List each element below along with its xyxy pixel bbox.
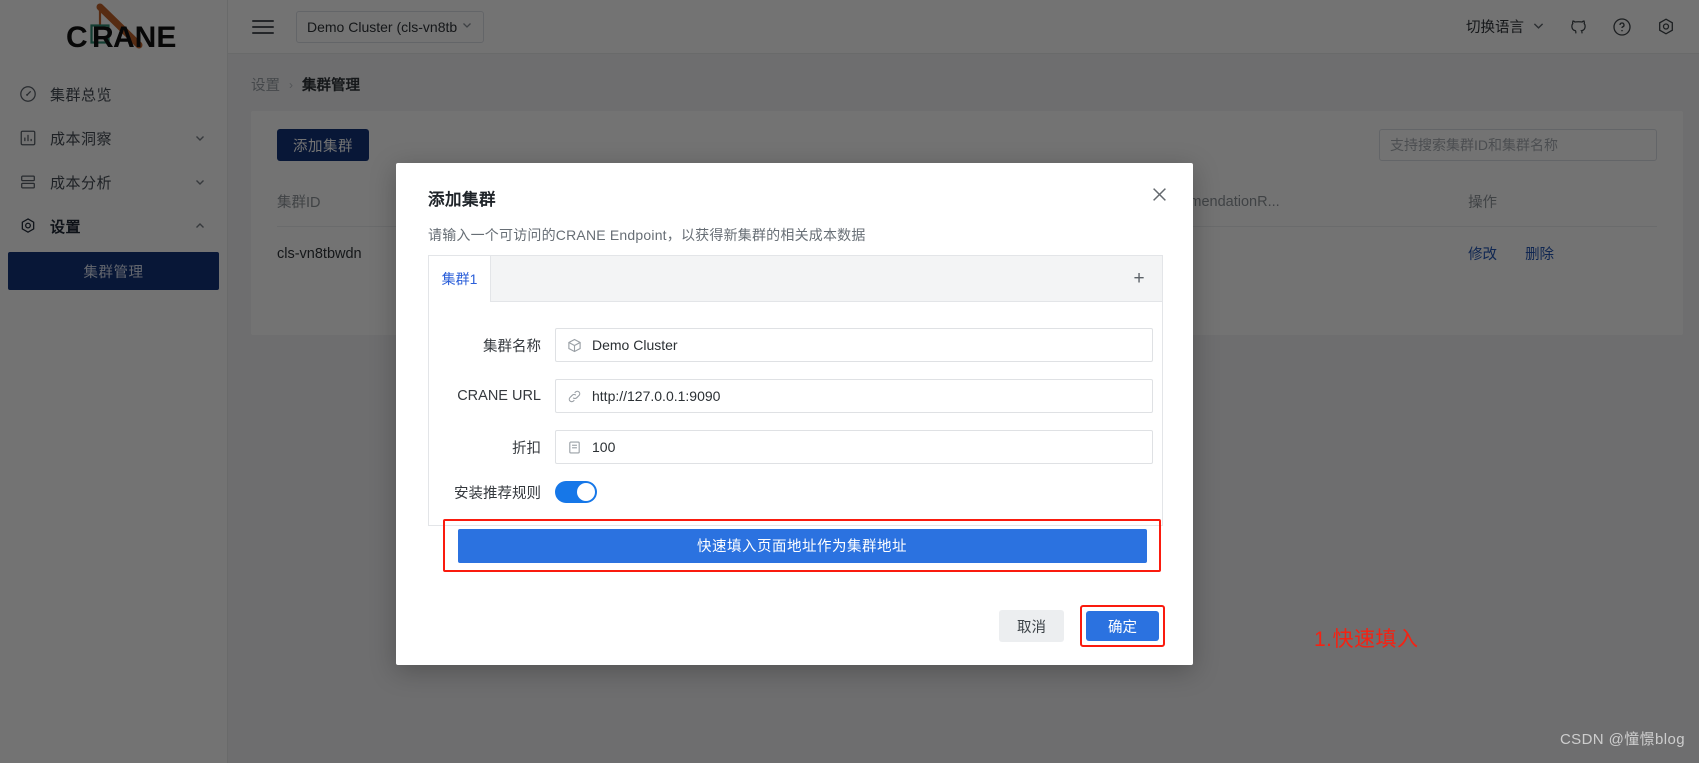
form-icon <box>566 439 583 456</box>
annotation-step-1: 1.快速填入 <box>1314 628 1419 651</box>
watermark: CSDN @憧憬blog <box>1559 731 1685 748</box>
form-row-install-rules: 安装推荐规则 <box>429 481 1162 503</box>
form-row-crane-url: CRANE URL http://127.0.0.1:9090 <box>429 379 1162 413</box>
toggle-knob <box>577 483 595 501</box>
quick-fill-button[interactable]: 快速填入页面地址作为集群地址 <box>457 528 1147 563</box>
crane-url-value: http://127.0.0.1:9090 <box>592 388 721 404</box>
dialog-title: 添加集群 <box>428 191 496 209</box>
cube-icon <box>566 337 583 354</box>
discount-input[interactable]: 100 <box>555 430 1153 464</box>
tab-cluster-1[interactable]: 集群1 <box>429 256 491 302</box>
add-cluster-dialog: 添加集群 请输入一个可访问的CRANE Endpoint，以获得新集群的相关成本… <box>396 163 1418 665</box>
cluster-name-input[interactable]: Demo Cluster <box>555 328 1153 362</box>
discount-value: 100 <box>592 439 616 455</box>
confirm-button-highlight: 确定 <box>1080 605 1165 647</box>
app-root: C R ANE 集群总览 <box>0 0 1699 763</box>
form-row-discount: 折扣 100 <box>429 430 1162 464</box>
install-rules-toggle[interactable] <box>555 481 597 503</box>
form-row-cluster-name: 集群名称 Demo Cluster <box>429 328 1162 362</box>
dialog-description: 请输入一个可访问的CRANE Endpoint，以获得新集群的相关成本数据 <box>428 227 866 243</box>
dialog-footer: 2.确定 取消 确定 <box>396 587 1193 665</box>
label-discount: 折扣 <box>512 440 541 457</box>
confirm-button[interactable]: 确定 <box>1086 611 1159 641</box>
cluster-tab-card: 集群1 + 集群名称 Demo Cluster CRANE URL http:/… <box>428 255 1163 526</box>
link-icon <box>566 388 583 405</box>
label-cluster-name: 集群名称 <box>483 338 541 355</box>
label-crane-url: CRANE URL <box>457 388 541 404</box>
cancel-button[interactable]: 取消 <box>999 610 1064 642</box>
cluster-form: 集群名称 Demo Cluster CRANE URL http://127.0… <box>429 302 1162 525</box>
crane-url-input[interactable]: http://127.0.0.1:9090 <box>555 379 1153 413</box>
add-tab-label: + <box>1133 267 1145 289</box>
tab-strip-filler <box>491 256 1116 301</box>
tab-strip: 集群1 + <box>429 256 1162 302</box>
quick-fill-highlight: 快速填入页面地址作为集群地址 <box>443 519 1161 572</box>
close-icon[interactable] <box>1148 183 1170 205</box>
plus-icon[interactable]: + <box>1116 256 1162 301</box>
tab-label: 集群1 <box>441 271 478 287</box>
label-install-recommendation-rules: 安装推荐规则 <box>454 485 541 502</box>
cluster-name-value: Demo Cluster <box>592 337 678 353</box>
